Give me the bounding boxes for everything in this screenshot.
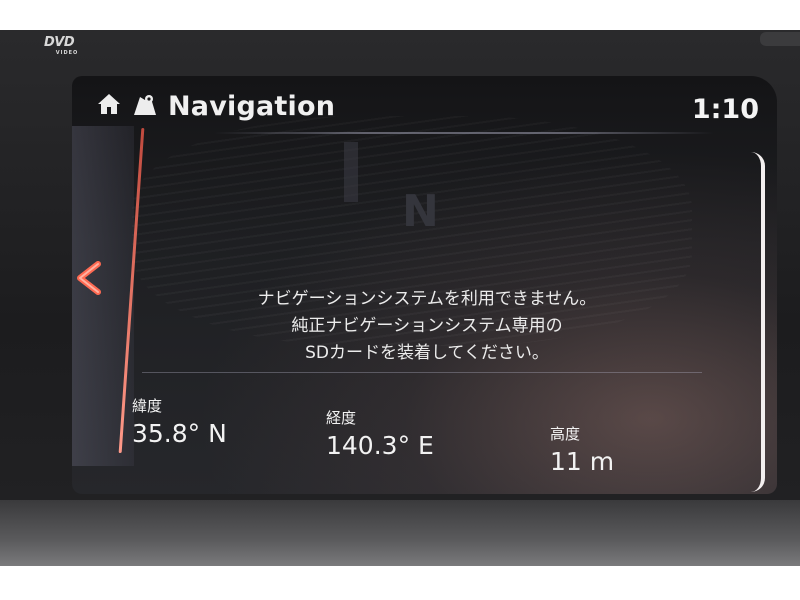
latitude-value: 35.8° N: [132, 419, 227, 448]
message-line: ナビゲーションシステムを利用できません。: [257, 289, 597, 309]
altitude-label: 高度: [550, 425, 581, 443]
altitude-value: 11 m: [550, 447, 615, 476]
chevron-left-icon: [77, 261, 101, 295]
page-title: Navigation: [168, 90, 336, 122]
longitude-value: 140.3° E: [326, 431, 434, 460]
navigation-app-icon: [132, 91, 158, 121]
altitude-readout: 高度 11 m: [550, 424, 614, 478]
latitude-readout: 緯度 35.8° N: [132, 396, 227, 450]
map-pin-icon: [134, 95, 156, 115]
message-line: SDカードを装着してください。: [305, 343, 549, 363]
longitude-label: 経度: [326, 409, 357, 427]
dvd-logo-text: DVD: [44, 35, 75, 50]
error-message: ナビゲーションシステムを利用できません。 純正ナビゲーションシステム専用の SD…: [192, 286, 662, 367]
compass-north-label: N: [402, 186, 439, 237]
longitude-readout: 経度 140.3° E: [326, 408, 434, 462]
header-divider: [214, 132, 714, 134]
back-button[interactable]: [72, 250, 112, 306]
dvd-logo-subtext: VIDEO: [55, 50, 79, 56]
clock: 1:10: [691, 94, 759, 125]
compass-needle: [344, 142, 358, 202]
bezel-lower-trim: [0, 500, 800, 566]
footer-divider: [142, 372, 702, 373]
latitude-label: 緯度: [132, 397, 163, 415]
navigation-screen: Navigation 1:10 N ナビゲーションシステムを利用できません。 純…: [72, 76, 777, 494]
home-button[interactable]: [96, 92, 122, 120]
title-bar: Navigation: [96, 86, 335, 126]
message-line: 純正ナビゲーションシステム専用の: [291, 316, 563, 336]
dvd-logo: DVD VIDEO: [44, 36, 90, 64]
scroll-indicator: [751, 152, 765, 492]
home-icon: [98, 94, 120, 114]
bezel-button[interactable]: [760, 32, 800, 46]
